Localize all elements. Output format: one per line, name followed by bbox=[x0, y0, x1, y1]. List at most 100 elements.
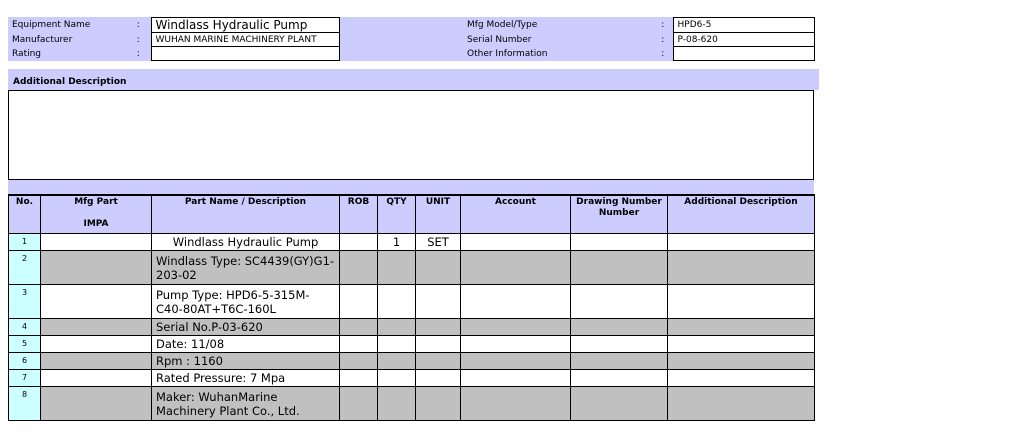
col-mfg-part: Mfg Part IMPA bbox=[40, 194, 152, 234]
qty-cell[interactable] bbox=[377, 284, 416, 319]
mfg-part-cell[interactable] bbox=[40, 250, 152, 285]
mfg-part-cell[interactable] bbox=[40, 318, 152, 336]
drawing-cell[interactable] bbox=[570, 284, 668, 319]
colon: : bbox=[136, 20, 140, 30]
table-header-row: No. Mfg Part IMPA Part Name / Description… bbox=[8, 194, 815, 234]
additional-cell[interactable] bbox=[667, 318, 815, 336]
unit-cell[interactable] bbox=[415, 318, 461, 336]
col-rob: ROB bbox=[339, 194, 378, 234]
mfg-part-cell[interactable] bbox=[40, 233, 152, 251]
account-cell[interactable] bbox=[460, 250, 571, 285]
unit-cell[interactable] bbox=[415, 284, 461, 319]
qty-cell[interactable] bbox=[377, 369, 416, 387]
mfg-part-cell[interactable] bbox=[40, 386, 152, 421]
table-row[interactable]: 3 Pump Type: HPD6-5-315M-C40-80AT+T6C-16… bbox=[8, 284, 815, 319]
part-name-cell[interactable]: Rpm : 1160 bbox=[151, 352, 340, 370]
unit-cell[interactable] bbox=[415, 352, 461, 370]
table-row[interactable]: 1 Windlass Hydraulic Pump 1 SET bbox=[8, 233, 815, 251]
model-value[interactable]: HPD6-5 bbox=[672, 17, 815, 33]
account-cell[interactable] bbox=[460, 284, 571, 319]
additional-cell[interactable] bbox=[667, 250, 815, 285]
drawing-cell[interactable] bbox=[570, 369, 668, 387]
mfg-part-cell[interactable] bbox=[40, 352, 152, 370]
section-divider bbox=[8, 180, 814, 194]
table-row[interactable]: 4 Serial No.P-03-620 bbox=[8, 318, 815, 336]
rob-cell[interactable] bbox=[339, 369, 378, 387]
account-cell[interactable] bbox=[460, 369, 571, 387]
col-drawing-number: Drawing Number Number bbox=[570, 194, 668, 234]
additional-cell[interactable] bbox=[667, 369, 815, 387]
rob-cell[interactable] bbox=[339, 386, 378, 421]
rob-cell[interactable] bbox=[339, 318, 378, 336]
colon: : bbox=[136, 48, 140, 59]
unit-cell[interactable] bbox=[415, 335, 461, 353]
part-name-cell[interactable]: Windlass Type: SC4439(GY)G1-203-02 bbox=[151, 250, 340, 285]
model-label: Mfg Model/Type bbox=[467, 20, 538, 30]
col-qty: QTY bbox=[377, 194, 416, 234]
unit-cell[interactable] bbox=[415, 369, 461, 387]
table-row[interactable]: 8 Maker: WuhanMarine Machinery Plant Co.… bbox=[8, 386, 815, 421]
drawing-cell[interactable] bbox=[570, 352, 668, 370]
qty-cell[interactable] bbox=[377, 318, 416, 336]
equipment-name-value[interactable]: Windlass Hydraulic Pump bbox=[150, 17, 340, 33]
drawing-cell[interactable] bbox=[570, 233, 668, 251]
part-name-cell[interactable]: Serial No.P-03-620 bbox=[151, 318, 340, 336]
equipment-sheet: Equipment Name : Windlass Hydraulic Pump… bbox=[8, 17, 819, 421]
mfg-part-cell[interactable] bbox=[40, 335, 152, 353]
unit-cell[interactable]: SET bbox=[415, 233, 461, 251]
serial-value[interactable]: P-08-620 bbox=[672, 32, 815, 47]
table-row[interactable]: 7 Rated Pressure: 7 Mpa bbox=[8, 369, 815, 387]
additional-cell[interactable] bbox=[667, 352, 815, 370]
table-row[interactable]: 5 Date: 11/08 bbox=[8, 335, 815, 353]
additional-description-heading: Additional Description bbox=[8, 69, 819, 90]
part-name-cell[interactable]: Date: 11/08 bbox=[151, 335, 340, 353]
table-row[interactable]: 2 Windlass Type: SC4439(GY)G1-203-02 bbox=[8, 250, 815, 285]
account-cell[interactable] bbox=[460, 335, 571, 353]
account-cell[interactable] bbox=[460, 386, 571, 421]
drawing-cell[interactable] bbox=[570, 335, 668, 353]
row-number: 8 bbox=[8, 386, 41, 421]
rating-value[interactable] bbox=[150, 46, 340, 61]
drawing-cell[interactable] bbox=[570, 386, 668, 421]
manufacturer-value[interactable]: WUHAN MARINE MACHINERY PLANT bbox=[150, 32, 340, 47]
row-number: 2 bbox=[8, 250, 41, 285]
parts-table: No. Mfg Part IMPA Part Name / Description… bbox=[8, 194, 815, 421]
additional-cell[interactable] bbox=[667, 335, 815, 353]
col-part-name: Part Name / Description bbox=[151, 194, 340, 234]
part-name-cell[interactable]: Rated Pressure: 7 Mpa bbox=[151, 369, 340, 387]
qty-cell[interactable] bbox=[377, 250, 416, 285]
additional-cell[interactable] bbox=[667, 386, 815, 421]
equipment-header: Equipment Name : Windlass Hydraulic Pump… bbox=[8, 17, 815, 61]
part-name-cell[interactable]: Windlass Hydraulic Pump bbox=[151, 233, 340, 251]
rob-cell[interactable] bbox=[339, 335, 378, 353]
additional-description-box[interactable] bbox=[8, 90, 814, 180]
part-name-cell[interactable]: Maker: WuhanMarine Machinery Plant Co., … bbox=[151, 386, 340, 421]
table-row[interactable]: 6 Rpm : 1160 bbox=[8, 352, 815, 370]
rob-cell[interactable] bbox=[339, 284, 378, 319]
additional-cell[interactable] bbox=[667, 284, 815, 319]
account-cell[interactable] bbox=[460, 233, 571, 251]
rob-cell[interactable] bbox=[339, 352, 378, 370]
account-cell[interactable] bbox=[460, 352, 571, 370]
col-unit: UNIT bbox=[415, 194, 461, 234]
manufacturer-label: Manufacturer bbox=[12, 34, 73, 45]
part-name-cell[interactable]: Pump Type: HPD6-5-315M-C40-80AT+T6C-160L bbox=[151, 284, 340, 319]
mfg-part-cell[interactable] bbox=[40, 284, 152, 319]
other-info-label: Other Information bbox=[467, 48, 548, 59]
rob-cell[interactable] bbox=[339, 250, 378, 285]
account-cell[interactable] bbox=[460, 318, 571, 336]
unit-cell[interactable] bbox=[415, 250, 461, 285]
qty-cell[interactable] bbox=[377, 352, 416, 370]
row-number: 7 bbox=[8, 369, 41, 387]
qty-cell[interactable] bbox=[377, 335, 416, 353]
mfg-part-cell[interactable] bbox=[40, 369, 152, 387]
colon: : bbox=[136, 34, 140, 45]
drawing-cell[interactable] bbox=[570, 250, 668, 285]
additional-cell[interactable] bbox=[667, 233, 815, 251]
qty-cell[interactable]: 1 bbox=[377, 233, 416, 251]
drawing-cell[interactable] bbox=[570, 318, 668, 336]
rob-cell[interactable] bbox=[339, 233, 378, 251]
unit-cell[interactable] bbox=[415, 386, 461, 421]
other-info-value[interactable] bbox=[672, 46, 815, 61]
qty-cell[interactable] bbox=[377, 386, 416, 421]
